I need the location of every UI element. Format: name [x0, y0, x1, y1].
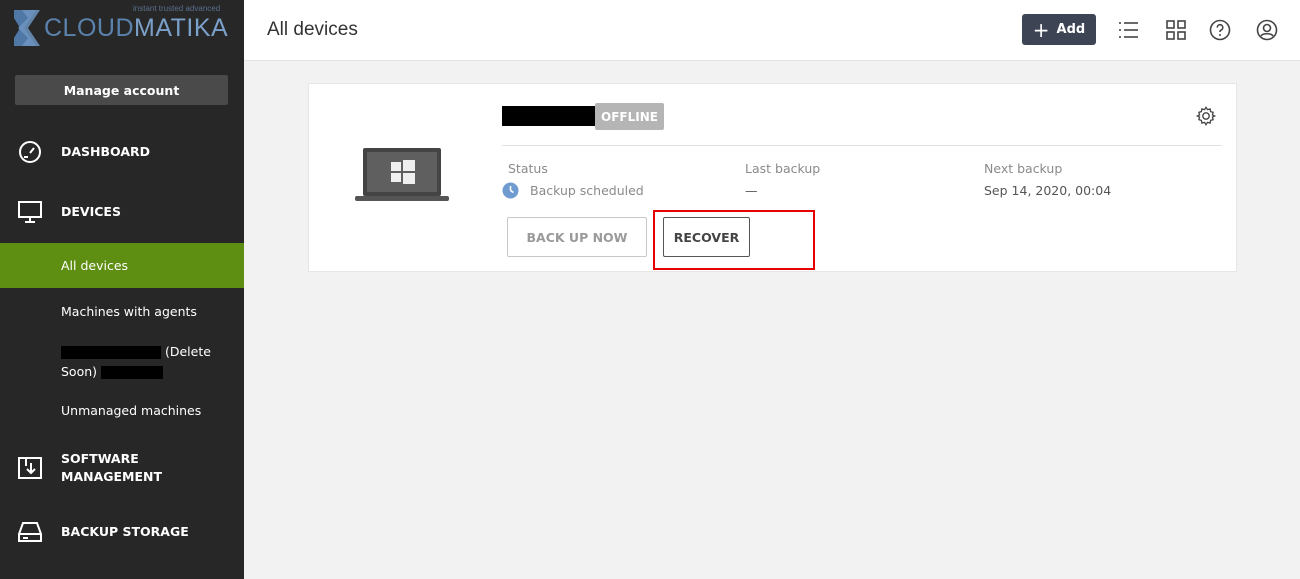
grid-view-icon[interactable]	[1164, 18, 1188, 42]
next-backup-label: Next backup	[984, 161, 1063, 176]
device-name-redacted	[502, 106, 596, 126]
monitor-icon	[18, 201, 42, 223]
status-badge: OFFLINE	[595, 103, 664, 130]
redacted-text	[61, 346, 161, 359]
gauge-icon	[19, 141, 41, 163]
sidebar: instant trusted advanced CLOUDMATIKA Man…	[0, 0, 244, 579]
help-icon[interactable]	[1208, 18, 1232, 42]
list-view-icon[interactable]	[1117, 18, 1141, 42]
status-value: Backup scheduled	[530, 183, 644, 198]
manage-account-button[interactable]: Manage account	[15, 75, 228, 105]
page-title: All devices	[267, 19, 358, 40]
clock-icon	[502, 182, 519, 199]
next-backup-value: Sep 14, 2020, 00:04	[984, 183, 1112, 198]
sidebar-item-redacted-group[interactable]: (Delete Soon)	[0, 342, 244, 382]
nav-software-management[interactable]: SOFTWARE MANAGEMENT	[0, 448, 244, 488]
sidebar-item-machines-with-agents[interactable]: Machines with agents	[0, 300, 244, 322]
last-backup-value: —	[745, 183, 758, 198]
add-button[interactable]: + Add	[1022, 14, 1096, 45]
redacted-text	[101, 366, 164, 379]
delete-soon-label-1: (Delete	[164, 344, 211, 359]
software-install-icon	[18, 457, 42, 479]
recover-button[interactable]: RECOVER	[663, 217, 750, 257]
logo-chevron-icon	[14, 10, 40, 46]
logo-tagline: instant trusted advanced	[133, 4, 221, 13]
hard-drive-icon	[18, 522, 42, 542]
card-divider	[502, 145, 1222, 146]
add-button-label: Add	[1056, 22, 1086, 37]
delete-soon-label-2: Soon)	[61, 364, 98, 379]
gear-icon[interactable]	[1195, 105, 1217, 127]
cloudmatika-logo[interactable]: instant trusted advanced CLOUDMATIKA	[14, 4, 234, 54]
device-card: OFFLINE Status Backup scheduled Last bac…	[308, 83, 1237, 272]
user-account-icon[interactable]	[1255, 18, 1279, 42]
sidebar-item-unmanaged-machines[interactable]: Unmanaged machines	[0, 399, 244, 421]
sidebar-item-all-devices[interactable]: All devices	[0, 243, 244, 288]
nav-devices-label: DEVICES	[61, 204, 121, 219]
back-up-now-button[interactable]: BACK UP NOW	[507, 217, 647, 257]
nav-software-management-label: SOFTWARE MANAGEMENT	[61, 451, 163, 484]
nav-dashboard[interactable]: DASHBOARD	[0, 134, 244, 170]
windows-laptop-icon	[355, 148, 449, 201]
last-backup-label: Last backup	[745, 161, 821, 176]
logo-text: CLOUDMATIKA	[44, 14, 229, 42]
plus-icon: +	[1032, 17, 1050, 42]
nav-dashboard-label: DASHBOARD	[61, 144, 151, 159]
nav-devices[interactable]: DEVICES	[0, 194, 244, 230]
nav-backup-storage-label: BACKUP STORAGE	[61, 524, 189, 539]
nav-backup-storage[interactable]: BACKUP STORAGE	[0, 514, 244, 550]
status-label: Status	[508, 161, 548, 176]
top-header: All devices + Add	[244, 0, 1300, 61]
